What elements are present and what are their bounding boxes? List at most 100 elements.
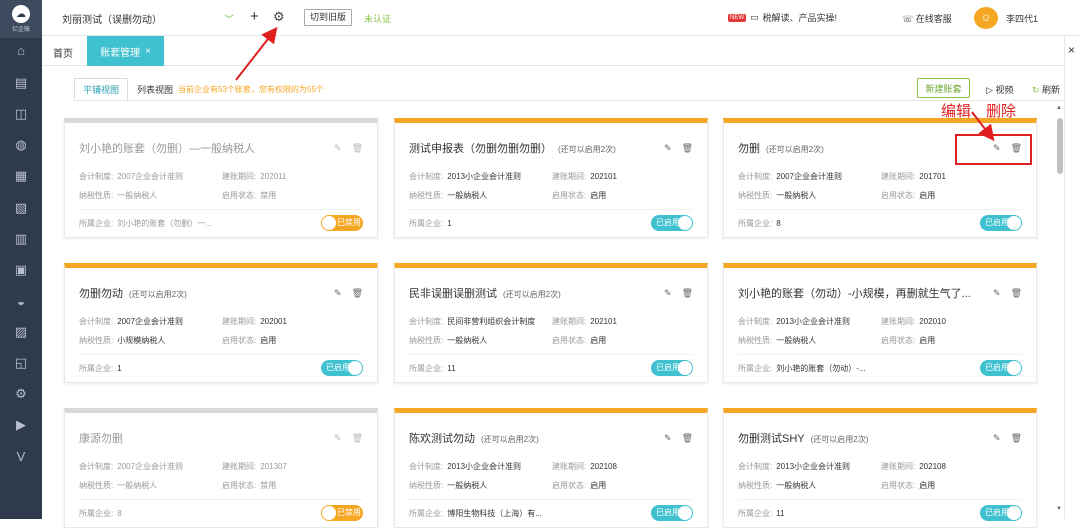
scroll-up-arrow[interactable]: ▲ — [1056, 105, 1062, 111]
edit-icon[interactable]: ✎ — [334, 143, 342, 154]
field-value: 博阳生物科技（上海）有... — [447, 509, 542, 518]
tab-home[interactable]: 首页 — [53, 45, 73, 60]
trash-icon[interactable]: 🗑 — [682, 143, 693, 154]
field-value: 启用 — [260, 336, 277, 345]
new-account-button[interactable]: 新建账套 — [917, 78, 970, 98]
trash-icon[interactable]: 🗑 — [352, 143, 363, 154]
field-label: 纳税性质: — [409, 481, 444, 490]
enable-toggle[interactable]: 已禁用 — [321, 215, 363, 231]
enable-toggle[interactable]: 已启用 — [651, 215, 693, 231]
news-text: 税解读、产品实操! — [762, 13, 838, 23]
user-name[interactable]: 李四代1 — [1006, 12, 1038, 25]
money-bag-icon[interactable]: ◍ — [11, 135, 31, 155]
app-logo[interactable]: ☁ 亿企账 — [0, 0, 42, 38]
account-card[interactable]: 刘小艳的账套（勿删）—一般纳税人 ✎ 🗑 会计制度: 2007企业会计准则 建账期间: 20… — [64, 118, 378, 238]
scrollbar-thumb[interactable] — [1057, 118, 1063, 174]
field-value: 启用 — [590, 481, 607, 490]
edit-icon[interactable]: ✎ — [664, 433, 672, 444]
field-value: 2013小企业会计准则 — [447, 462, 522, 471]
field-label: 建账期间: — [552, 172, 587, 181]
account-title: 刘小艳的账套（勿删）—一般纳税人 — [79, 140, 261, 156]
report-icon[interactable]: ▨ — [11, 322, 31, 342]
field-value: 202011 — [260, 172, 287, 181]
invoice-icon[interactable]: ▧ — [11, 198, 31, 218]
archive-icon[interactable]: ▥ — [11, 229, 31, 249]
account-card[interactable]: 陈欢测试勿动 (还可以启用2次) ✎ 🗑 会计制度: 2013小企业会计准则 建账期间: 20… — [394, 408, 708, 528]
close-icon[interactable]: × — [145, 46, 151, 57]
enable-toggle[interactable]: 已启用 — [980, 215, 1022, 231]
document-icon[interactable]: ▦ — [11, 166, 31, 186]
trash-icon[interactable]: 🗑 — [682, 288, 693, 299]
toggle-label: 已启用 — [985, 363, 1009, 372]
enable-toggle[interactable]: 已启用 — [321, 360, 363, 376]
accounting-system: 会计制度: 2013小企业会计准则 — [738, 461, 850, 472]
trash-icon[interactable]: 🗑 — [352, 288, 363, 299]
unverified-label[interactable]: 未认证 — [364, 12, 391, 25]
accounting-system: 会计制度: 2007企业会计准则 — [79, 316, 183, 327]
account-card[interactable]: 勿删测试SHY (还可以启用2次) ✎ 🗑 会计制度: 2013小企业会计准则 建账期间: 2… — [723, 408, 1037, 528]
tab-tile-view[interactable]: 平铺视图 — [74, 78, 129, 100]
card-icon[interactable]: ▣ — [11, 260, 31, 280]
trash-icon[interactable]: 🗑 — [1011, 288, 1022, 299]
field-label: 所属企业: — [79, 509, 114, 518]
edit-icon[interactable]: ✎ — [334, 433, 342, 444]
edit-icon[interactable]: ✎ — [334, 288, 342, 299]
account-card[interactable]: 测试申报表（勿删勿删勿删） (还可以启用2次) ✎ 🗑 会计制度: 2013小企业会计准则… — [394, 118, 708, 238]
scroll-down-arrow[interactable]: ▼ — [1056, 506, 1062, 512]
stamp-icon[interactable]: ◒ — [11, 291, 31, 311]
field-value: 一般纳税人 — [776, 191, 817, 200]
account-name: 康源勿删 — [79, 433, 123, 445]
v-icon[interactable]: V — [11, 446, 31, 466]
account-card[interactable]: 民非误删误删测试 (还可以启用2次) ✎ 🗑 会计制度: 民间非营利组织会计制度 建账期间:… — [394, 263, 708, 383]
enable-status: 启用状态: 启用 — [881, 190, 935, 201]
edit-icon[interactable]: ✎ — [993, 433, 1001, 444]
enable-toggle[interactable]: 已启用 — [980, 360, 1022, 376]
account-title: 陈欢测试勿动 (还可以启用2次) — [409, 430, 539, 446]
field-value: 1 — [447, 219, 452, 228]
tab-account-management[interactable]: 账套管理 × — [87, 36, 164, 66]
gear-icon[interactable]: ⚙ — [273, 9, 285, 25]
toggle-label: 已禁用 — [337, 218, 361, 227]
inbox-icon[interactable]: ◱ — [11, 353, 31, 373]
tab-list-view[interactable]: 列表视图 — [128, 78, 182, 100]
enable-toggle[interactable]: 已启用 — [651, 360, 693, 376]
chart-icon[interactable]: ◫ — [11, 104, 31, 124]
field-value: 202101 — [590, 317, 617, 326]
card-actions: ✎ 🗑 — [334, 433, 363, 444]
account-name: 刘小艳的账套（勿删）—一般纳税人 — [79, 143, 255, 155]
company-select[interactable]: 刘丽测试（误删勿动） ﹀ — [52, 8, 238, 28]
taxpayer-type: 纳税性质: 一般纳税人 — [738, 190, 816, 201]
edit-icon[interactable]: ✎ — [993, 288, 1001, 299]
account-name: 陈欢测试勿动 — [409, 433, 475, 445]
refresh-button[interactable]: ↻ 刷新 — [1032, 83, 1060, 96]
tv-icon: ▭ — [750, 12, 759, 22]
trash-icon[interactable]: 🗑 — [352, 433, 363, 444]
news-link[interactable]: NEW ▭ 税解读、产品实操! — [728, 11, 837, 24]
account-card[interactable]: 康源勿删 ✎ 🗑 会计制度: 2007企业会计准则 建账期间: 201307 纳税性质: 一般纳… — [64, 408, 378, 528]
settings-icon[interactable]: ⚙ — [11, 384, 31, 404]
trash-icon[interactable]: 🗑 — [1011, 433, 1022, 444]
avatar[interactable]: ☺ — [974, 7, 998, 29]
card-actions: ✎ 🗑 — [993, 288, 1022, 299]
field-label: 所属企业: — [738, 364, 773, 373]
taxpayer-type: 纳税性质: 一般纳税人 — [79, 190, 157, 201]
trash-icon[interactable]: 🗑 — [682, 433, 693, 444]
account-card[interactable]: 刘小艳的账套（勿动）-小规模，再删就生气了... ✎ 🗑 会计制度: 2013小企业会计… — [723, 263, 1037, 383]
field-value: 一般纳税人 — [447, 481, 488, 490]
enable-status: 启用状态: 启用 — [222, 335, 276, 346]
close-icon[interactable]: × — [1068, 43, 1075, 57]
refresh-label: 刷新 — [1042, 85, 1061, 95]
ledger-icon[interactable]: ▤ — [11, 73, 31, 93]
enable-status: 启用状态: 禁用 — [222, 480, 276, 491]
video-button[interactable]: ▷ 视频 — [986, 83, 1013, 96]
home-icon[interactable]: ⌂ — [11, 40, 31, 60]
account-card[interactable]: 勿删勿动 (还可以启用2次) ✎ 🗑 会计制度: 2007企业会计准则 建账期间: 20200… — [64, 263, 378, 383]
add-icon[interactable]: + — [250, 8, 259, 25]
switch-old-version-button[interactable]: 切到旧版 — [304, 9, 353, 26]
video-icon[interactable]: ▶ — [11, 415, 31, 435]
field-value: 一般纳税人 — [117, 191, 158, 200]
online-service-link[interactable]: ☏ 在线客服 — [902, 12, 952, 25]
divider — [409, 499, 693, 500]
edit-icon[interactable]: ✎ — [664, 288, 672, 299]
edit-icon[interactable]: ✎ — [664, 143, 672, 154]
